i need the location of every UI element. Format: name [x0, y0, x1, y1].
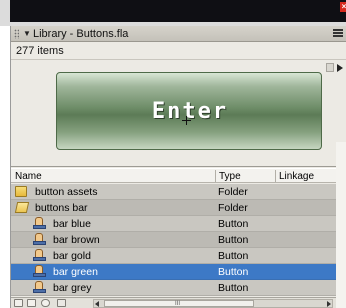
play-button[interactable]	[337, 64, 343, 72]
new-symbol-icon[interactable]	[14, 299, 23, 307]
horizontal-scrollbar[interactable]: III	[93, 299, 333, 308]
item-name: bar brown	[53, 234, 100, 246]
library-item-list: button assets Folder buttons bar Folder …	[11, 184, 341, 296]
item-name: bar blue	[53, 218, 91, 230]
panel-titlebar[interactable]: ▼ Library - Buttons.fla	[11, 26, 346, 42]
stage-area	[10, 0, 346, 22]
list-item[interactable]: button assets Folder	[11, 184, 341, 200]
button-symbol-icon	[33, 249, 46, 261]
item-name: bar grey	[53, 282, 92, 294]
crosshair-cursor-icon	[182, 116, 191, 125]
list-item[interactable]: buttons bar Folder	[11, 200, 341, 216]
scroll-right-icon[interactable]	[327, 301, 331, 307]
button-symbol-icon	[33, 217, 46, 229]
item-type: Button	[218, 234, 249, 246]
button-symbol-icon	[33, 265, 46, 277]
button-symbol-icon	[33, 233, 46, 245]
close-icon[interactable]: ×	[340, 2, 346, 12]
list-item[interactable]: bar grey Button	[11, 280, 341, 296]
list-item[interactable]: bar gold Button	[11, 248, 341, 264]
panel-title: Library - Buttons.fla	[33, 28, 129, 40]
column-divider[interactable]	[275, 170, 276, 182]
column-linkage[interactable]: Linkage	[279, 170, 314, 183]
button-symbol-icon	[33, 281, 46, 293]
new-folder-icon[interactable]	[27, 299, 36, 307]
column-header: Name Type Linkage	[11, 168, 346, 183]
scroll-grip-icon: III	[175, 301, 181, 307]
list-item-selected[interactable]: bar green Button	[11, 264, 341, 280]
preview-pane: Enter	[11, 59, 346, 167]
item-name: buttons bar	[35, 202, 88, 214]
library-panel: ▼ Library - Buttons.fla 277 items Enter …	[10, 26, 346, 308]
list-item[interactable]: bar brown Button	[11, 232, 341, 248]
panel-options-menu-icon[interactable]	[333, 29, 343, 38]
item-type: Button	[218, 266, 249, 278]
panel-bottom-toolbar: III	[11, 297, 346, 308]
item-type: Button	[218, 218, 249, 230]
item-type: Folder	[218, 186, 248, 198]
item-type: Button	[218, 250, 249, 262]
preview-button-graphic: Enter	[56, 72, 322, 150]
scrollbar-thumb[interactable]: III	[104, 300, 254, 307]
drag-grip-icon[interactable]	[14, 29, 19, 39]
item-count: 277 items	[11, 43, 346, 59]
scroll-left-icon[interactable]	[95, 301, 99, 307]
stop-button[interactable]	[326, 63, 334, 72]
window-chrome: ×	[0, 0, 346, 26]
folder-open-icon	[14, 202, 30, 213]
folder-icon	[15, 186, 27, 197]
properties-icon[interactable]	[41, 299, 50, 307]
column-name[interactable]: Name	[15, 170, 42, 183]
item-type: Folder	[218, 202, 248, 214]
adjacent-panel-edge	[336, 142, 346, 308]
item-name: button assets	[35, 186, 98, 198]
item-name: bar green	[53, 266, 98, 278]
column-divider[interactable]	[215, 170, 216, 182]
column-type[interactable]: Type	[219, 170, 241, 183]
delete-trash-icon[interactable]	[57, 299, 66, 307]
list-item[interactable]: bar blue Button	[11, 216, 341, 232]
item-type: Button	[218, 282, 249, 294]
collapse-arrow-icon[interactable]: ▼	[23, 29, 31, 39]
item-name: bar gold	[53, 250, 91, 262]
